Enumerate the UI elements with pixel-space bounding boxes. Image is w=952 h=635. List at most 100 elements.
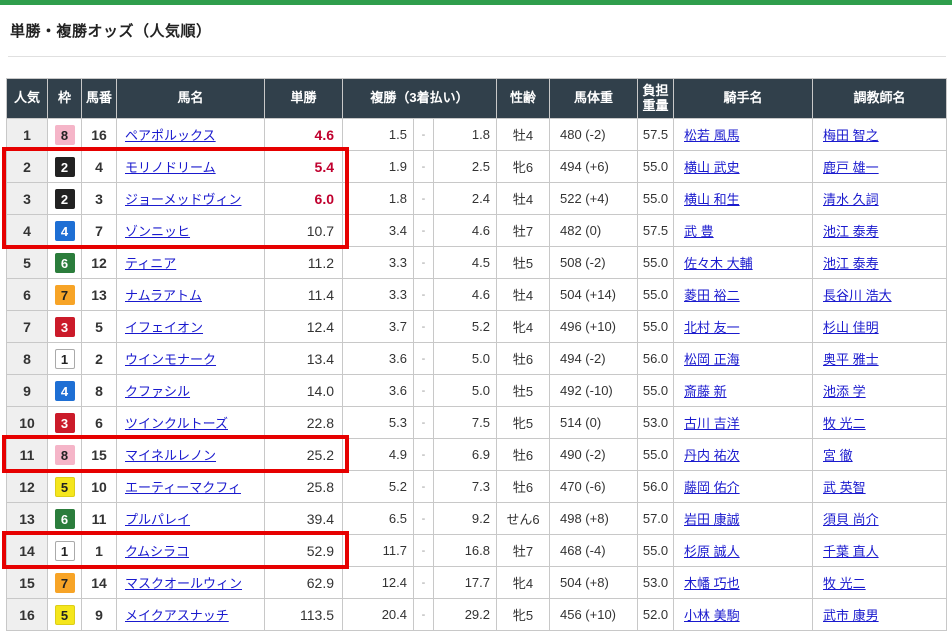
trainer-link[interactable]: 須貝 尚介 [823,512,879,527]
trainer-link[interactable]: 池添 学 [823,384,866,399]
frame-number-badge: 5 [55,605,75,625]
carried-weight: 56.0 [638,343,674,375]
place-odds-high: 5.2 [434,311,497,343]
horse-name-link[interactable]: ツインクルトーズ [125,416,228,431]
jockey-link[interactable]: 岩田 康誠 [684,512,740,527]
sex-age: 牡7 [497,215,550,247]
horse-name-link[interactable]: ティニア [125,256,176,271]
carried-weight: 55.0 [638,151,674,183]
win-odds-value: 4.6 [265,119,343,151]
carried-weight: 55.0 [638,279,674,311]
header-win-odds: 単勝 [265,79,343,119]
place-odds-separator: - [414,567,434,599]
popularity-rank: 10 [7,407,48,439]
horse-name-link[interactable]: マスクオールウィン [125,576,242,591]
horse-name-cell: クムシラコ [117,535,265,567]
trainer-cell: 武市 康男 [813,599,947,631]
place-odds-low: 3.4 [343,215,414,247]
jockey-link[interactable]: 小林 美駒 [684,608,740,623]
horse-weight: 504 (+8) [550,567,638,599]
horse-name-link[interactable]: ウインモナーク [125,352,216,367]
trainer-link[interactable]: 武市 康男 [823,608,879,623]
jockey-link[interactable]: 松岡 正海 [684,352,740,367]
horse-name-link[interactable]: エーティーマクフィ [125,480,241,495]
trainer-link[interactable]: 千葉 直人 [823,544,879,559]
trainer-link[interactable]: 清水 久詞 [823,192,879,207]
trainer-cell: 清水 久詞 [813,183,947,215]
jockey-link[interactable]: 北村 友一 [684,320,740,335]
win-odds-value: 62.9 [265,567,343,599]
trainer-link[interactable]: 杉山 佳明 [823,320,879,335]
place-odds-low: 1.8 [343,183,414,215]
header-trainer: 調教師名 [813,79,947,119]
horse-name-link[interactable]: プルパレイ [125,512,190,527]
jockey-link[interactable]: 木幡 巧也 [684,576,740,591]
place-odds-low: 5.2 [343,471,414,503]
horse-number: 8 [82,375,117,407]
carried-weight: 55.0 [638,439,674,471]
jockey-link[interactable]: 松若 風馬 [684,128,740,143]
horse-name-link[interactable]: マイネルレノン [125,448,216,463]
horse-name-link[interactable]: モリノドリーム [125,160,216,175]
sex-age: 牡5 [497,247,550,279]
frame-number-badge: 4 [55,381,75,401]
jockey-link[interactable]: 横山 和生 [684,192,740,207]
trainer-link[interactable]: 奥平 雅士 [823,352,879,367]
win-odds-value: 10.7 [265,215,343,247]
jockey-cell: 小林 美駒 [674,599,813,631]
jockey-cell: 古川 吉洋 [674,407,813,439]
horse-name-link[interactable]: クムシラコ [125,544,189,559]
popularity-rank: 3 [7,183,48,215]
header-frame: 枠 [48,79,82,119]
trainer-link[interactable]: 梅田 智之 [823,128,879,143]
table-row: 4 4 7 ゾンニッヒ 10.7 3.4 - 4.6 牡7 482 (0) 57… [7,215,947,247]
horse-name-link[interactable]: イフェイオン [125,320,203,335]
horse-number: 6 [82,407,117,439]
trainer-link[interactable]: 牧 光二 [823,576,866,591]
win-odds-value: 25.2 [265,439,343,471]
jockey-link[interactable]: 佐々木 大輔 [684,256,753,271]
table-row: 15 7 14 マスクオールウィン 62.9 12.4 - 17.7 牝4 50… [7,567,947,599]
frame-number-cell: 6 [48,503,82,535]
table-row: 14 1 1 クムシラコ 52.9 11.7 - 16.8 牡7 468 (-4… [7,535,947,567]
place-odds-high: 4.6 [434,215,497,247]
horse-name-link[interactable]: ゾンニッヒ [125,224,190,239]
table-row: 16 5 9 メイクアスナッチ 113.5 20.4 - 29.2 牝5 456… [7,599,947,631]
jockey-link[interactable]: 横山 武史 [684,160,740,175]
jockey-cell: 武 豊 [674,215,813,247]
jockey-link[interactable]: 古川 吉洋 [684,416,740,431]
horse-name-link[interactable]: ジョーメッドヴィン [125,192,241,207]
place-odds-separator: - [414,599,434,631]
popularity-rank: 8 [7,343,48,375]
horse-name-cell: ゾンニッヒ [117,215,265,247]
jockey-link[interactable]: 斎藤 新 [684,384,727,399]
trainer-link[interactable]: 池江 泰寿 [823,256,879,271]
trainer-link[interactable]: 武 英智 [823,480,866,495]
horse-name-link[interactable]: クファシル [125,384,190,399]
popularity-rank: 2 [7,151,48,183]
trainer-link[interactable]: 池江 泰寿 [823,224,879,239]
horse-name-link[interactable]: ナムラアトム [125,288,202,303]
jockey-link[interactable]: 菱田 裕二 [684,288,740,303]
place-odds-low: 3.7 [343,311,414,343]
frame-number-cell: 4 [48,375,82,407]
jockey-link[interactable]: 杉原 誠人 [684,544,740,559]
frame-number-cell: 8 [48,119,82,151]
sex-age: 牡7 [497,535,550,567]
carried-weight: 57.5 [638,119,674,151]
place-odds-high: 7.3 [434,471,497,503]
jockey-link[interactable]: 武 豊 [684,224,714,239]
trainer-link[interactable]: 鹿戸 雄一 [823,160,879,175]
horse-name-link[interactable]: ペアポルックス [125,128,216,143]
win-odds-value: 12.4 [265,311,343,343]
jockey-link[interactable]: 丹内 祐次 [684,448,740,463]
trainer-link[interactable]: 牧 光二 [823,416,866,431]
popularity-rank: 12 [7,471,48,503]
trainer-link[interactable]: 長谷川 浩大 [823,288,892,303]
trainer-link[interactable]: 宮 徹 [823,448,853,463]
jockey-cell: 岩田 康誠 [674,503,813,535]
jockey-link[interactable]: 藤岡 佑介 [684,480,740,495]
frame-number-badge: 3 [55,317,75,337]
frame-number-cell: 2 [48,151,82,183]
horse-name-link[interactable]: メイクアスナッチ [125,608,229,623]
